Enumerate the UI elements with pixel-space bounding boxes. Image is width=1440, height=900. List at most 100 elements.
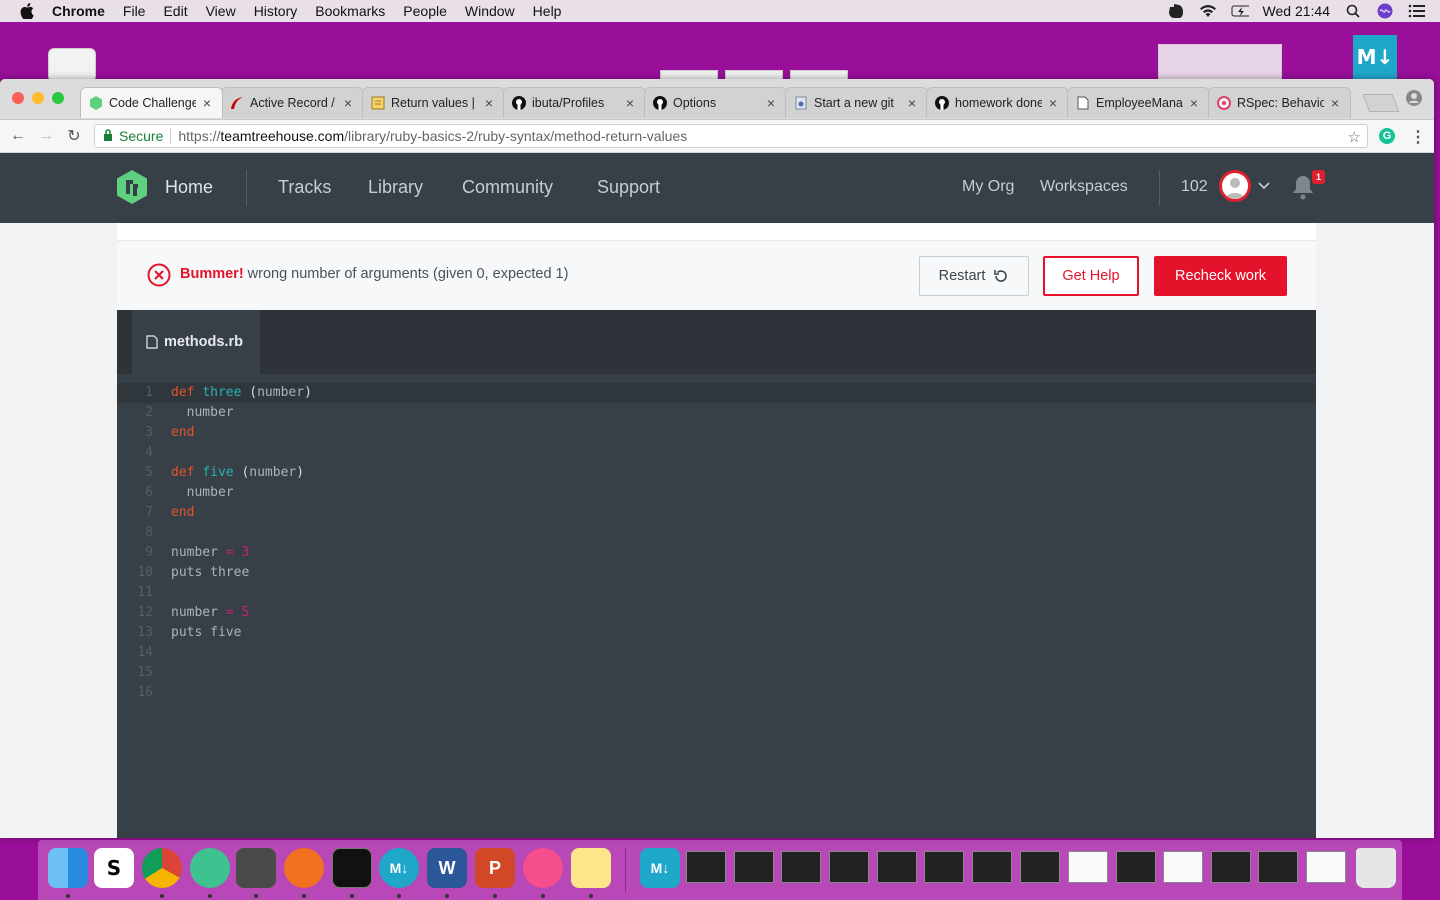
code-line[interactable]: 15 [117, 663, 1316, 683]
new-tab-button[interactable] [1362, 94, 1400, 112]
chrome-icon[interactable] [142, 848, 182, 888]
itunes-icon[interactable] [523, 848, 563, 888]
bookmark-star-icon[interactable]: ☆ [1348, 128, 1361, 146]
close-tab-icon[interactable]: × [200, 95, 214, 111]
code-line[interactable]: 1 def three (number) [117, 383, 1316, 403]
minimized-window-thumbnail[interactable] [1116, 851, 1156, 883]
desktop-drive-icon[interactable] [48, 48, 96, 82]
code-line[interactable]: 4 [117, 443, 1316, 463]
get-help-button[interactable]: Get Help [1043, 256, 1139, 296]
battery-icon[interactable] [1231, 3, 1249, 19]
chevron-down-icon[interactable] [1258, 179, 1270, 193]
close-tab-icon[interactable]: × [341, 95, 355, 111]
desktop-screenshot-stack[interactable] [1158, 44, 1282, 82]
close-tab-icon[interactable]: × [482, 95, 496, 111]
code-line[interactable]: 11 [117, 583, 1316, 603]
tab-homework-done[interactable]: homework done × [926, 87, 1069, 118]
minimized-window-thumbnail[interactable] [972, 851, 1012, 883]
markdown-file-icon[interactable]: M↓ [640, 848, 680, 888]
zoom-window-button[interactable] [52, 92, 64, 104]
minimized-window-thumbnail[interactable] [1068, 851, 1108, 883]
menu-edit[interactable]: Edit [163, 3, 187, 19]
code-line[interactable]: 14 [117, 643, 1316, 663]
scrivener-icon[interactable]: S [94, 848, 134, 888]
close-tab-icon[interactable]: × [623, 95, 637, 111]
tab-active-record[interactable]: Active Record / × [221, 87, 364, 118]
code-line[interactable]: 9 number = 3 [117, 543, 1316, 563]
code-line[interactable]: 3 end [117, 423, 1316, 443]
powerpoint-icon[interactable]: P [475, 848, 515, 888]
chrome-menu-icon[interactable]: ⋮ [1410, 127, 1426, 147]
code-line[interactable]: 8 [117, 523, 1316, 543]
tab-rspec[interactable]: RSpec: Behavio × [1208, 87, 1351, 118]
minimized-window-thumbnail[interactable] [781, 851, 821, 883]
code-line[interactable]: 5 def five (number) [117, 463, 1316, 483]
code-line[interactable]: 10 puts three [117, 563, 1316, 583]
profile-icon[interactable] [1406, 90, 1422, 106]
tab-employee-manager[interactable]: EmployeeMana × [1067, 87, 1210, 118]
menubar-clock[interactable]: Wed 21:44 [1263, 3, 1330, 19]
code-area[interactable]: 1 def three (number) 2 number 3 end 4 5 def fiv… [117, 383, 1316, 703]
menu-help[interactable]: Help [533, 3, 562, 19]
tab-return-values[interactable]: Return values | × [362, 87, 505, 118]
minimized-window-thumbnail[interactable] [877, 851, 917, 883]
minimize-window-button[interactable] [32, 92, 44, 104]
menu-view[interactable]: View [206, 3, 236, 19]
tab-code-challenge[interactable]: Code Challenge × [80, 87, 223, 118]
close-window-button[interactable] [12, 92, 24, 104]
close-tab-icon[interactable]: × [905, 95, 919, 111]
markdown-editor-icon[interactable]: M↓ [379, 848, 419, 888]
recheck-work-button[interactable]: Recheck work [1154, 256, 1287, 296]
treehouse-logo-icon[interactable] [116, 170, 148, 204]
nav-community[interactable]: Community [462, 177, 553, 198]
atom-icon[interactable] [190, 848, 230, 888]
notification-center-icon[interactable] [1408, 3, 1426, 19]
menu-app-name[interactable]: Chrome [52, 3, 105, 19]
points-count[interactable]: 102 [1181, 178, 1208, 196]
menu-file[interactable]: File [123, 3, 146, 19]
postman-icon[interactable] [284, 848, 324, 888]
sublime-text-icon[interactable] [236, 848, 276, 888]
menu-history[interactable]: History [254, 3, 298, 19]
minimized-window-thumbnail[interactable] [734, 851, 774, 883]
back-arrow-icon[interactable]: ← [4, 127, 32, 145]
file-tab-methods-rb[interactable]: methods.rb [132, 310, 260, 374]
nav-library[interactable]: Library [368, 177, 423, 198]
close-tab-icon[interactable]: × [1187, 95, 1201, 111]
notification-badge[interactable]: 1 [1312, 170, 1325, 184]
finder-icon[interactable] [48, 848, 88, 888]
code-line[interactable]: 12 number = 5 [117, 603, 1316, 623]
nav-workspaces[interactable]: Workspaces [1040, 178, 1128, 196]
minimized-window-thumbnail[interactable] [1163, 851, 1203, 883]
tab-ibuta-profiles[interactable]: ibuta/Profiles × [503, 87, 646, 118]
forward-arrow-icon[interactable]: → [32, 127, 60, 145]
code-line[interactable]: 13 puts five [117, 623, 1316, 643]
close-tab-icon[interactable]: × [1046, 95, 1060, 111]
apple-icon[interactable] [20, 3, 38, 19]
siri-icon[interactable] [1376, 3, 1394, 19]
code-line[interactable]: 16 [117, 683, 1316, 703]
minimized-window-thumbnail[interactable] [829, 851, 869, 883]
wifi-icon[interactable] [1199, 3, 1217, 19]
nav-my-org[interactable]: My Org [962, 178, 1014, 196]
grammarly-extension-icon[interactable]: G [1379, 128, 1395, 144]
minimized-window-thumbnail[interactable] [1020, 851, 1060, 883]
menu-bookmarks[interactable]: Bookmarks [315, 3, 385, 19]
minimized-window-thumbnail[interactable] [1258, 851, 1298, 883]
avatar[interactable] [1219, 170, 1251, 202]
minimized-window-thumbnail[interactable] [1306, 851, 1346, 883]
minimized-window-thumbnail[interactable] [1211, 851, 1251, 883]
tab-start-new-git[interactable]: Start a new git × [785, 87, 928, 118]
tab-options[interactable]: Options × [644, 87, 787, 118]
nav-support[interactable]: Support [597, 177, 660, 198]
nav-home[interactable]: Home [165, 177, 213, 198]
code-line[interactable]: 2 number [117, 403, 1316, 423]
terminal-icon[interactable] [332, 848, 372, 888]
menu-people[interactable]: People [403, 3, 447, 19]
close-tab-icon[interactable]: × [1328, 95, 1342, 111]
evernote-icon[interactable] [1167, 3, 1185, 19]
notes-icon[interactable] [571, 848, 611, 888]
spotlight-search-icon[interactable] [1344, 3, 1362, 19]
restart-button[interactable]: Restart [919, 256, 1029, 296]
address-bar[interactable]: Secure https:// teamtreehouse.com /libra… [94, 124, 1368, 148]
